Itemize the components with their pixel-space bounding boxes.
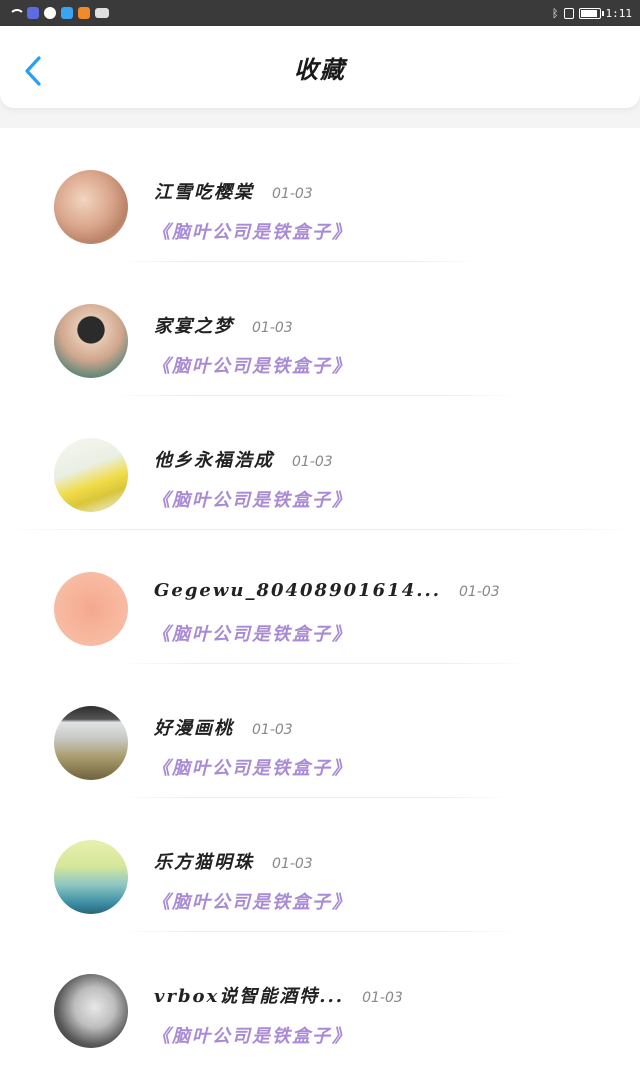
name-line: 乐方猫明珠 01-03 [154,848,313,874]
avatar[interactable] [54,974,128,1048]
wifi-icon [8,8,22,18]
favorite-date: 01-03 [272,856,313,872]
favorite-item[interactable]: 江雪吃樱棠 01-03 《脑叶公司是铁盒子》 [0,128,640,262]
favorite-item[interactable]: 他乡永福浩成 01-03 《脑叶公司是铁盒子》 [0,396,640,530]
favorites-list: 江雪吃樱棠 01-03 《脑叶公司是铁盒子》 家宴之梦 01-03 《脑叶公司是铁盒子》他… [0,128,640,1066]
chevron-left-icon [25,56,41,86]
user-name[interactable]: 乐方猫明珠 [154,848,254,874]
favorite-item[interactable]: 乐方猫明珠 01-03 《脑叶公司是铁盒子》 [0,798,640,932]
name-line: vrbox说智能酒特... 01-03 [154,982,403,1008]
name-line: 他乡永福浩成 01-03 [154,446,333,472]
user-name[interactable]: 好漫画桃 [154,714,234,740]
header: 收藏 [0,26,640,108]
book-title[interactable]: 《脑叶公司是铁盒子》 [152,754,352,780]
favorite-item[interactable]: 家宴之梦 01-03 《脑叶公司是铁盒子》 [0,262,640,396]
user-name[interactable]: 家宴之梦 [154,312,234,338]
avatar[interactable] [54,304,128,378]
name-line: 江雪吃樱棠 01-03 [154,178,313,204]
game-app-icon [78,7,90,19]
back-button[interactable] [20,54,46,88]
vibrate-icon [563,7,574,19]
book-title[interactable]: 《脑叶公司是铁盒子》 [152,1022,352,1048]
search-app-icon [61,7,73,19]
chat-notification-icon [44,7,56,19]
favorite-date: 01-03 [272,186,313,202]
book-title[interactable]: 《脑叶公司是铁盒子》 [152,620,352,646]
name-line: 家宴之梦 01-03 [154,312,293,338]
app-notification-icon [27,7,39,19]
favorite-date: 01-03 [292,454,333,470]
user-name[interactable]: 他乡永福浩成 [154,446,274,472]
user-name[interactable]: vrbox说智能酒特... [154,982,344,1008]
user-name[interactable]: Gegewu_80408901614... [154,580,441,601]
favorite-item[interactable]: vrbox说智能酒特... 01-03 《脑叶公司是铁盒子》 [0,932,640,1066]
book-title[interactable]: 《脑叶公司是铁盒子》 [152,218,352,244]
avatar[interactable] [54,840,128,914]
name-line: 好漫画桃 01-03 [154,714,293,740]
status-time: 1:11 [605,6,633,20]
favorite-date: 01-03 [252,320,293,336]
bluetooth-icon: ᛒ [551,6,559,20]
avatar[interactable] [54,572,128,646]
avatar[interactable] [54,706,128,780]
avatar[interactable] [54,438,128,512]
book-title[interactable]: 《脑叶公司是铁盒子》 [152,486,352,512]
favorite-date: 01-03 [362,990,403,1006]
favorite-date: 01-03 [252,722,293,738]
favorite-item[interactable]: 好漫画桃 01-03 《脑叶公司是铁盒子》 [0,664,640,798]
avatar[interactable] [54,170,128,244]
favorite-date: 01-03 [459,584,500,600]
name-line: Gegewu_80408901614... 01-03 [154,580,500,601]
battery-icon [578,7,604,19]
status-bar: ᛒ 1:11 [0,0,640,26]
book-title[interactable]: 《脑叶公司是铁盒子》 [152,888,352,914]
book-title[interactable]: 《脑叶公司是铁盒子》 [152,352,352,378]
status-bar-left [8,7,109,19]
page-title: 收藏 [294,54,346,84]
status-bar-right: ᛒ 1:11 [552,7,632,20]
favorite-item[interactable]: Gegewu_80408901614... 01-03 《脑叶公司是铁盒子》 [0,530,640,664]
user-name[interactable]: 江雪吃樱棠 [154,178,254,204]
misc-app-icon [95,8,109,18]
